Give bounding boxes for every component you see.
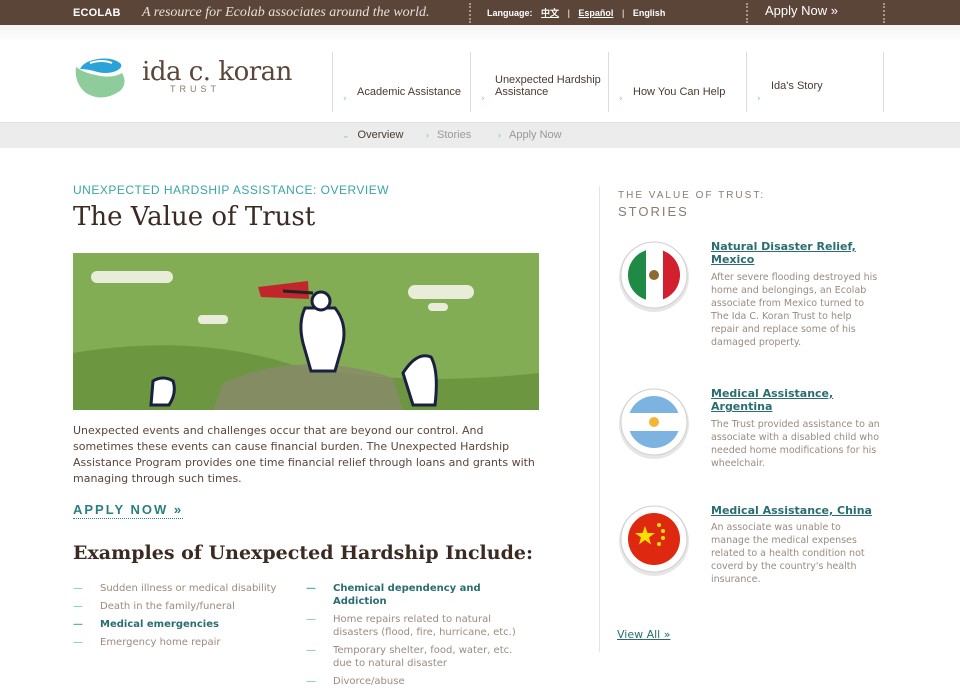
- apply-now-link[interactable]: APPLY NOW »: [73, 502, 184, 519]
- chevron-icon: ›: [619, 94, 623, 104]
- list-item: — Divorce/abuse: [306, 675, 536, 688]
- nav-idas-story[interactable]: › Ida's Story: [746, 52, 884, 112]
- hero-illustration: [73, 253, 539, 410]
- dash-icon: —: [73, 637, 83, 648]
- list-item-text: Chemical dependency and Addiction: [333, 583, 481, 607]
- intro-paragraph: Unexpected events and challenges occur t…: [73, 424, 535, 485]
- sidebar-label: THE VALUE OF TRUST:: [618, 190, 766, 201]
- tagline: A resource for Ecolab associates around …: [142, 5, 430, 20]
- nav-label: Academic Assistance: [357, 86, 461, 98]
- list-item: — Temporary shelter, food, water, etc. du…: [306, 644, 516, 670]
- divider: [746, 3, 748, 23]
- argentina-flag-icon[interactable]: [618, 387, 690, 459]
- mexico-flag-icon[interactable]: [618, 240, 690, 312]
- dash-icon: —: [306, 645, 316, 656]
- nav-label: Ida's Story: [771, 80, 823, 92]
- dash-icon: —: [73, 583, 83, 594]
- china-flag-icon[interactable]: [618, 504, 690, 576]
- chevron-icon: ›: [757, 94, 761, 104]
- nav-how-you-can-help[interactable]: › How You Can Help: [608, 52, 746, 112]
- lang-english-current[interactable]: English: [633, 8, 666, 18]
- nav-academic-assistance[interactable]: › Academic Assistance: [332, 52, 470, 112]
- list-item: — Medical emergencies: [73, 618, 303, 631]
- subnav-label: Apply Now: [509, 129, 562, 141]
- subnav-label: Overview: [357, 129, 404, 141]
- trust-logo-icon[interactable]: [72, 57, 128, 99]
- dash-icon: —: [73, 601, 83, 612]
- story-text: The Trust provided assistance to an asso…: [711, 419, 880, 469]
- separator: |: [567, 8, 570, 18]
- list-item: — Emergency home repair: [73, 636, 303, 649]
- chevron-icon: ›: [498, 130, 501, 140]
- sidebar-heading: STORIES: [618, 204, 689, 219]
- list-item-text: Sudden illness or medical disability: [100, 583, 277, 594]
- list-item-text: Emergency home repair: [100, 637, 221, 648]
- chevron-icon: ›: [343, 94, 347, 104]
- divider: [883, 3, 885, 23]
- language-selector: Language: 中文 | Español | English: [487, 6, 665, 19]
- story-title-link[interactable]: Medical Assistance, China: [711, 504, 881, 517]
- divider: [469, 3, 471, 23]
- examples-heading: Examples of Unexpected Hardship Include:: [73, 542, 533, 564]
- chevron-icon: ›: [426, 130, 429, 140]
- apply-now-top-link[interactable]: Apply Now »: [765, 3, 838, 18]
- ecolab-logo[interactable]: ECOLAB: [73, 7, 121, 19]
- subnav-apply-now[interactable]: › Apply Now: [498, 129, 562, 141]
- dash-icon: —: [306, 614, 316, 625]
- view-all-link[interactable]: View All »: [617, 628, 670, 641]
- subnav-label: Stories: [437, 129, 472, 141]
- examples-list-right: — Chemical dependency and Addiction — Home…: [306, 582, 536, 693]
- list-item: — Chemical dependency and Addiction: [306, 582, 486, 608]
- sub-navigation: ⌄ Overview › Stories › Apply Now: [0, 122, 960, 148]
- list-item-text: Divorce/abuse: [333, 676, 405, 687]
- top-bar: ECOLAB A resource for Ecolab associates …: [0, 0, 960, 25]
- story-title-link[interactable]: Medical Assistance, Argentina: [711, 387, 881, 413]
- site-header: ida c. koran TRUST › Academic Assistance…: [0, 25, 960, 122]
- story-title-link[interactable]: Natural Disaster Relief, Mexico: [711, 240, 881, 266]
- story-text: After severe flooding destroyed his home…: [711, 272, 878, 348]
- chevron-down-icon: ⌄: [342, 130, 350, 140]
- nav-label: Unexpected Hardship Assistance: [495, 74, 601, 98]
- brand-subtitle: TRUST: [170, 84, 220, 94]
- nav-unexpected-hardship[interactable]: › Unexpected Hardship Assistance: [470, 52, 608, 112]
- list-item-text: Medical emergencies: [100, 619, 219, 630]
- language-label: Language:: [487, 8, 533, 18]
- list-item-text: Death in the family/funeral: [100, 601, 235, 612]
- subnav-overview[interactable]: ⌄ Overview: [342, 129, 403, 141]
- dash-icon: —: [306, 676, 316, 687]
- separator: |: [621, 8, 625, 18]
- story-text: An associate was unable to manage the me…: [711, 522, 865, 585]
- page-title: The Value of Trust: [73, 202, 316, 232]
- list-item: — Home repairs related to natural disaste…: [306, 613, 516, 639]
- dash-icon: —: [306, 583, 316, 594]
- list-item-text: Home repairs related to natural disaster…: [333, 614, 516, 638]
- brand-name[interactable]: ida c. koran: [142, 57, 292, 87]
- lang-chinese-link[interactable]: 中文: [541, 8, 559, 18]
- column-divider: [599, 186, 600, 652]
- lang-spanish-link[interactable]: Español: [578, 8, 613, 18]
- list-item: — Death in the family/funeral: [73, 600, 303, 613]
- dash-icon: —: [73, 619, 83, 630]
- examples-list-left: — Sudden illness or medical disability — D…: [73, 582, 303, 654]
- list-item-text: Temporary shelter, food, water, etc. due…: [333, 645, 513, 669]
- list-item: — Sudden illness or medical disability: [73, 582, 303, 595]
- chevron-icon: ›: [481, 94, 485, 104]
- subnav-stories[interactable]: › Stories: [426, 129, 471, 141]
- nav-label: How You Can Help: [633, 86, 726, 98]
- section-eyebrow: UNEXPECTED HARDSHIP ASSISTANCE: OVERVIEW: [73, 183, 390, 197]
